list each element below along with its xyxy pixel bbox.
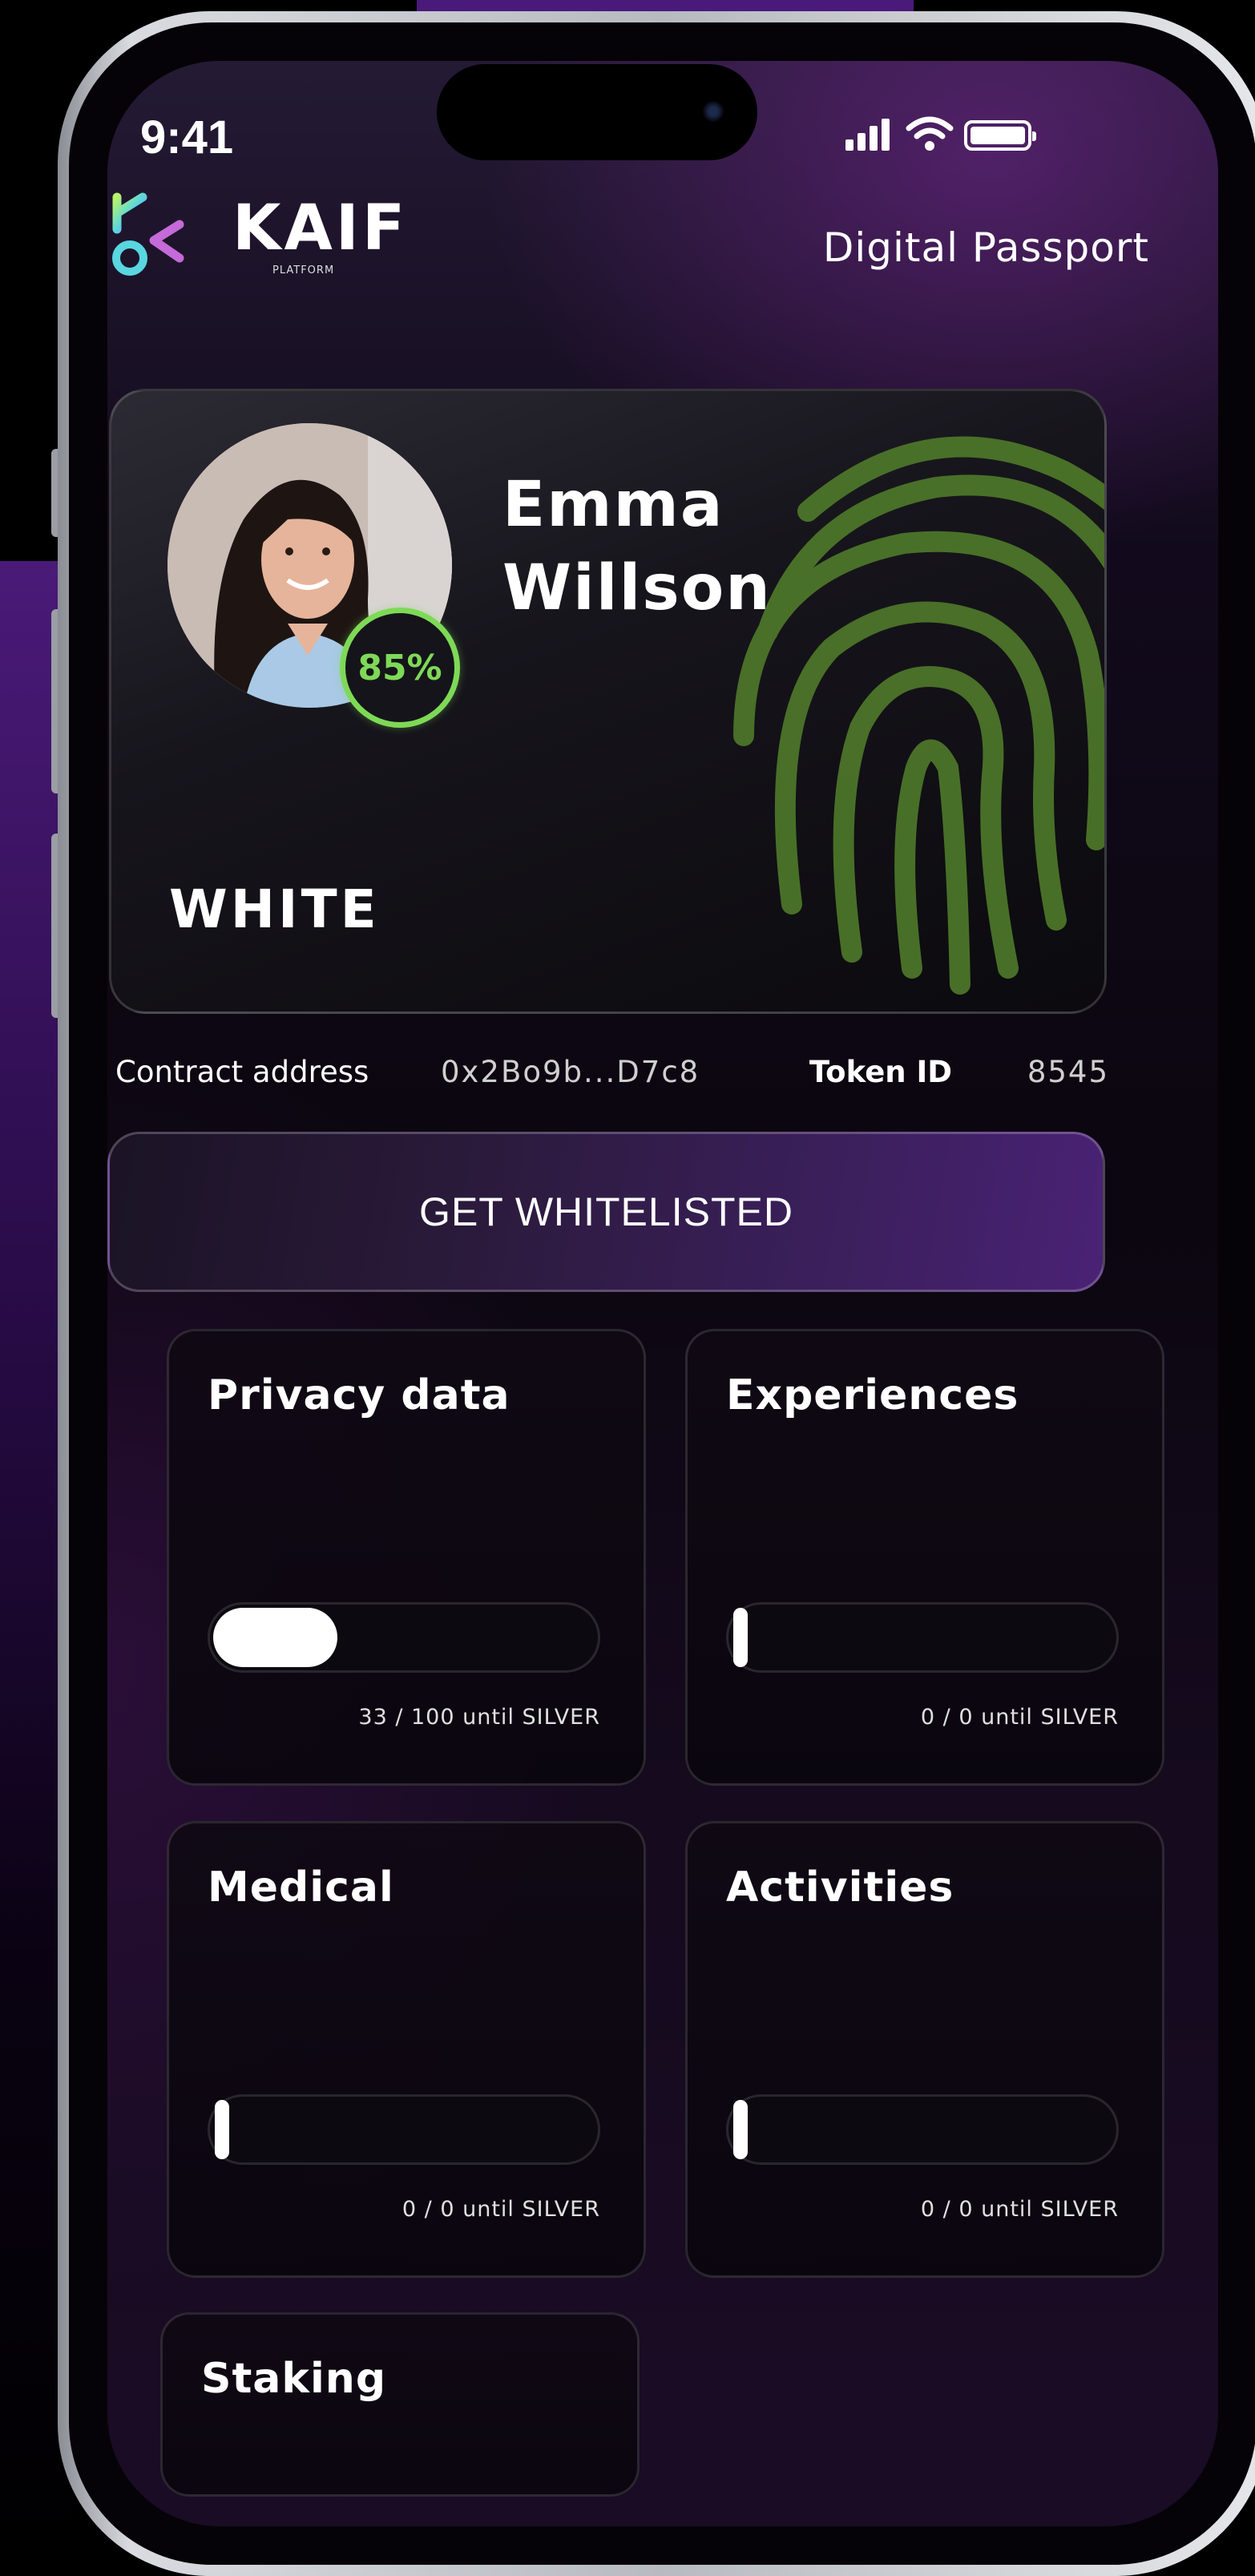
progress-status: 0 / 0 until SILVER — [920, 1705, 1119, 1730]
progress-status: 0 / 0 until SILVER — [920, 2197, 1119, 2222]
token-label: Token ID — [809, 1055, 952, 1089]
progress-fill — [733, 2100, 748, 2159]
tile-medical[interactable]: Medical 0 / 0 until SILVER — [167, 1821, 646, 2278]
progress-status: 0 / 0 until SILVER — [402, 2197, 600, 2222]
first-name: Emma — [502, 469, 724, 541]
passport-name: Emma Willson — [502, 463, 772, 630]
progress-bar — [726, 1602, 1119, 1673]
tile-privacy-data[interactable]: Privacy data 33 / 100 until SILVER — [167, 1329, 646, 1786]
get-whitelisted-button[interactable]: GET WHITELISTED — [107, 1132, 1105, 1292]
contract-label: Contract address — [115, 1055, 369, 1089]
battery-icon — [964, 120, 1036, 151]
tile-title: Experiences — [726, 1371, 1019, 1419]
kaif-logo[interactable]: KAIF PLATFORM — [112, 192, 449, 297]
logo-subtitle: PLATFORM — [272, 264, 335, 277]
tile-title: Staking — [201, 2355, 387, 2403]
last-name: Willson — [502, 552, 772, 624]
tile-title: Medical — [208, 1863, 394, 1912]
status-icons — [829, 111, 1070, 159]
fingerprint-icon — [733, 436, 1104, 995]
tile-title: Privacy data — [208, 1371, 510, 1419]
progress-fill — [213, 1608, 337, 1667]
page-title: Digital Passport — [822, 224, 1149, 271]
dynamic-island — [437, 64, 757, 160]
progress-fill — [215, 2100, 229, 2159]
status-time: 9:41 — [140, 111, 234, 164]
kaif-logo-icon — [112, 192, 184, 276]
contract-address[interactable]: 0x2Bo9b...D7c8 — [441, 1055, 700, 1089]
tile-title: Activities — [726, 1863, 954, 1912]
wifi-icon — [906, 116, 954, 151]
tile-activities[interactable]: Activities 0 / 0 until SILVER — [685, 1821, 1164, 2278]
camera-icon — [703, 101, 724, 122]
tile-experiences[interactable]: Experiences 0 / 0 until SILVER — [685, 1329, 1164, 1786]
progress-bar — [208, 1602, 600, 1673]
token-id[interactable]: 8545 — [1027, 1055, 1109, 1089]
progress-fill — [733, 1608, 748, 1667]
signal-icon — [845, 119, 894, 151]
tile-staking[interactable]: Staking — [160, 2312, 640, 2497]
logo-text: KAIF — [232, 192, 409, 264]
passport-card[interactable]: 85% Emma Willson WHITE — [109, 389, 1107, 1014]
progress-bar — [726, 2094, 1119, 2165]
score-badge: 85% — [340, 608, 460, 728]
progress-bar — [208, 2094, 600, 2165]
tier-label: WHITE — [169, 878, 380, 940]
progress-status: 33 / 100 until SILVER — [358, 1705, 600, 1730]
